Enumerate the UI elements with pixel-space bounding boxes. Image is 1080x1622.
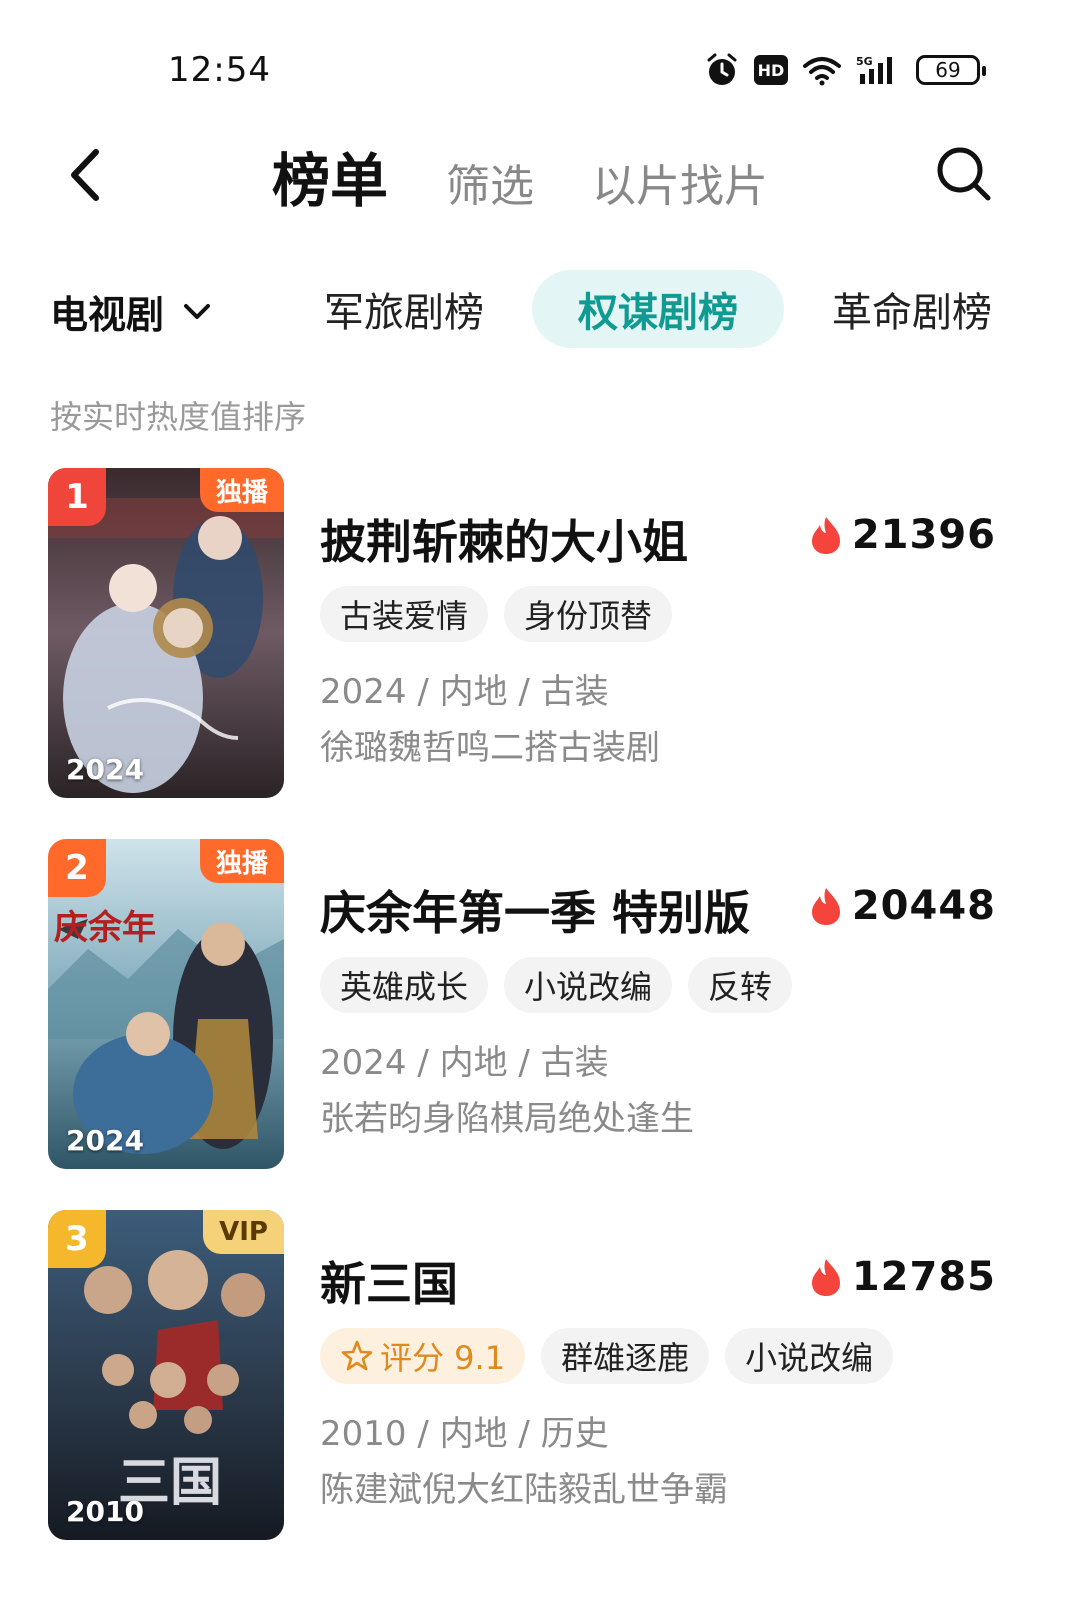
tag: 英雄成长 bbox=[320, 957, 489, 1013]
subtab-military[interactable]: 军旅剧榜 bbox=[290, 270, 518, 348]
tag: 小说改编 bbox=[725, 1328, 894, 1384]
chevron-down-icon bbox=[184, 303, 211, 319]
subtabs: 军旅剧榜 权谋剧榜 革命剧榜 bbox=[290, 270, 1040, 348]
item-meta: 2024 / 内地 / 古装 bbox=[320, 1043, 609, 1083]
exclusive-badge: 独播 bbox=[199, 839, 284, 883]
list-item[interactable]: 庆余年 2 独播 2024 庆余年第一季 特别版 20448 英雄成长 小说改编… bbox=[0, 839, 1080, 1169]
rank-badge: 3 bbox=[48, 1210, 106, 1268]
heat-score: 20448 bbox=[810, 883, 996, 929]
list-item[interactable]: 1 独播 2024 披荆斩棘的大小姐 21396 古装爱情 身份顶替 2024 … bbox=[0, 468, 1080, 798]
fire-icon bbox=[811, 888, 840, 925]
search-icon[interactable] bbox=[932, 142, 996, 206]
tab-ranking[interactable]: 榜单 bbox=[272, 134, 388, 218]
tag: 小说改编 bbox=[504, 957, 673, 1013]
item-meta: 2010 / 内地 / 历史 bbox=[320, 1414, 609, 1454]
exclusive-badge: 独播 bbox=[199, 468, 284, 512]
subtab-power-strategy[interactable]: 权谋剧榜 bbox=[532, 270, 784, 348]
sort-note: 按实时热度值排序 bbox=[50, 398, 307, 436]
poster-year: 2010 bbox=[66, 1495, 144, 1528]
item-description: 张若昀身陷棋局绝处逢生 bbox=[320, 1099, 694, 1139]
heat-score: 21396 bbox=[810, 512, 996, 558]
rating-value: 评分 9.1 bbox=[380, 1339, 506, 1377]
cell-signal-icon: 5G bbox=[856, 55, 892, 84]
tag-list: 评分 9.1 群雄逐鹿 小说改编 bbox=[320, 1328, 894, 1384]
category-dropdown[interactable]: 电视剧 bbox=[50, 284, 212, 339]
tag-list: 英雄成长 小说改编 反转 bbox=[320, 957, 793, 1013]
back-arrow-icon[interactable] bbox=[60, 140, 110, 210]
tag: 身份顶替 bbox=[504, 586, 673, 642]
vip-badge: VIP bbox=[203, 1210, 284, 1254]
tab-find-by-film[interactable]: 以片找片 bbox=[592, 150, 768, 214]
battery-icon: 69 bbox=[916, 55, 986, 85]
item-title: 披荆斩棘的大小姐 bbox=[320, 515, 688, 569]
tab-filter[interactable]: 筛选 bbox=[446, 150, 534, 214]
fire-icon bbox=[811, 1259, 840, 1296]
poster-year: 2024 bbox=[66, 753, 144, 786]
tag: 反转 bbox=[688, 957, 793, 1013]
subtab-revolution[interactable]: 革命剧榜 bbox=[798, 270, 1026, 348]
heat-score: 12785 bbox=[810, 1254, 996, 1300]
fire-icon bbox=[811, 517, 840, 554]
item-title: 庆余年第一季 特别版 bbox=[320, 886, 751, 940]
wifi-icon bbox=[803, 57, 841, 86]
poster[interactable]: 1 独播 2024 bbox=[48, 468, 284, 798]
category-label: 电视剧 bbox=[50, 293, 165, 337]
top-nav: 榜单 筛选 以片找片 bbox=[0, 120, 1080, 230]
item-title: 新三国 bbox=[320, 1257, 458, 1311]
rank-badge: 1 bbox=[48, 468, 106, 526]
status-time: 12:54 bbox=[168, 50, 271, 90]
status-bar: 12:54 HD 5G 69 bbox=[0, 0, 1080, 110]
heat-value: 21396 bbox=[851, 512, 996, 558]
heat-value: 12785 bbox=[851, 1254, 996, 1300]
nav-tabs: 榜单 筛选 以片找片 bbox=[272, 134, 768, 218]
tag: 古装爱情 bbox=[320, 586, 489, 642]
item-description: 徐璐魏哲鸣二搭古装剧 bbox=[320, 728, 660, 768]
network-label: 5G bbox=[856, 55, 873, 68]
rating-tag: 评分 9.1 bbox=[320, 1328, 526, 1384]
battery-level: 69 bbox=[935, 58, 961, 82]
poster-year: 2024 bbox=[66, 1124, 144, 1157]
poster[interactable]: 三国 3 VIP 2010 bbox=[48, 1210, 284, 1540]
svg-text:庆余年: 庆余年 bbox=[54, 908, 156, 948]
hd-icon: HD bbox=[754, 55, 788, 85]
status-icons: HD 5G 69 bbox=[704, 52, 986, 88]
list-item[interactable]: 三国 3 VIP 2010 新三国 12785 评分 9.1 群雄逐鹿 小说改编… bbox=[0, 1210, 1080, 1540]
heat-value: 20448 bbox=[851, 883, 996, 929]
tag: 群雄逐鹿 bbox=[541, 1328, 710, 1384]
category-row: 电视剧 军旅剧榜 权谋剧榜 革命剧榜 bbox=[0, 262, 1080, 352]
tag-list: 古装爱情 身份顶替 bbox=[320, 586, 673, 642]
item-description: 陈建斌倪大红陆毅乱世争霸 bbox=[320, 1470, 728, 1510]
alarm-icon bbox=[707, 53, 737, 85]
poster[interactable]: 庆余年 2 独播 2024 bbox=[48, 839, 284, 1169]
star-icon bbox=[341, 1340, 373, 1371]
item-meta: 2024 / 内地 / 古装 bbox=[320, 672, 609, 712]
rank-badge: 2 bbox=[48, 839, 106, 897]
